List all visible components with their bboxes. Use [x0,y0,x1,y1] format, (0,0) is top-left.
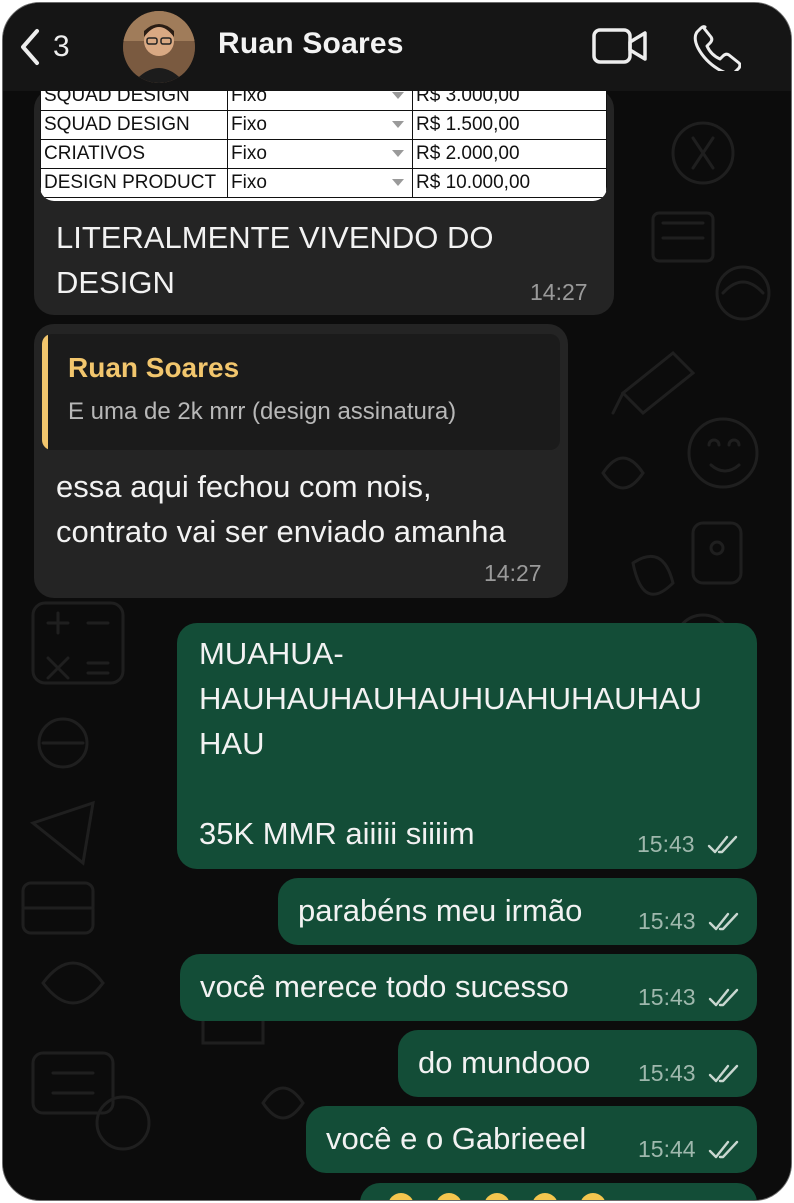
message-text: parabéns meu irmão [298,893,583,928]
outgoing-message-emoji[interactable] [360,1183,757,1200]
unread-count: 3 [53,30,70,63]
message-time: 15:43 [638,908,696,934]
outgoing-message[interactable]: do mundooo 15:43 [398,1030,757,1097]
sheet-cell-amount: R$ 1.500,00 [412,110,607,140]
sheet-table: SQUAD DESIGN Fixo R$ 3.000,00 SQUAD DESIGN F… [40,89,607,198]
back-button[interactable]: 3 [17,23,87,71]
sheet-cell-team: SQUAD DESIGN [40,110,228,140]
sheet-cell-text: Fixo [231,114,267,135]
quote-text: E uma de 2k mrr (design assinatura) [68,398,457,425]
sheet-cell-type: Fixo [227,139,413,169]
sheet-row: DESIGN PRODUCT Fixo R$ 10.000,00 [40,168,607,198]
message-time: 15:43 [637,831,695,857]
dropdown-arrow-icon [392,179,404,186]
quote-accent-bar [42,334,48,450]
dropdown-arrow-icon [392,92,404,99]
sheet-cell-type: Fixo [227,110,413,140]
outgoing-message[interactable]: parabéns meu irmão 15:43 [278,878,757,945]
chat-screen: SQUAD DESIGN Fixo R$ 3.000,00 SQUAD DESIGN F… [2,2,792,1201]
read-ticks-icon [708,1064,739,1083]
outgoing-message[interactable]: MUAHUA- HAUHAUHAUHAUHUAHUHAUHAU HAU 35K … [177,623,757,869]
message-text: essa aqui fechou com nois, contrato vai … [56,469,506,549]
message-text: você merece todo sucesso [200,969,569,1004]
video-call-button[interactable] [591,21,649,71]
sheet-cell-text: Fixo [231,89,267,106]
chevron-left-icon [21,29,39,65]
read-ticks-icon [708,988,739,1007]
dropdown-arrow-icon [392,150,404,157]
dropdown-arrow-icon [392,121,404,128]
message-time: 15:43 [638,1060,696,1086]
phone-icon [693,25,742,75]
sheet-row: CRIATIVOS Fixo R$ 2.000,00 [40,139,607,169]
outgoing-message[interactable]: você e o Gabrieeel 15:44 [306,1106,757,1173]
sheet-row: SQUAD DESIGN Fixo R$ 1.500,00 [40,110,607,140]
emoji-icon [532,1193,558,1200]
emoji-icon [484,1193,510,1200]
sheet-cell-amount: R$ 3.000,00 [412,89,607,111]
emoji-icon [580,1193,606,1200]
sheet-cell-team: CRIATIVOS [40,139,228,169]
read-ticks-icon [707,835,738,854]
incoming-message-sheet[interactable]: SQUAD DESIGN Fixo R$ 3.000,00 SQUAD DESIGN F… [34,89,614,315]
quoted-message[interactable]: Ruan Soares E uma de 2k mrr (design assi… [42,334,560,450]
message-text: LITERALMENTE VIVENDO DO DESIGN [56,220,494,300]
sheet-row: SQUAD DESIGN Fixo R$ 3.000,00 [40,89,607,111]
quote-author: Ruan Soares [68,352,240,383]
sheet-cell-amount: R$ 10.000,00 [412,168,607,198]
video-camera-icon [592,28,647,64]
emoji-icon [436,1193,462,1200]
message-time: 15:44 [638,1136,696,1162]
contact-name[interactable]: Ruan Soares [218,27,404,61]
sheet-cell-text: Fixo [231,143,267,164]
voice-call-button[interactable] [691,21,749,75]
read-ticks-icon [708,912,739,931]
sheet-cell-team: DESIGN PRODUCT [40,168,228,198]
message-time: 15:43 [638,984,696,1010]
outgoing-message[interactable]: você merece todo sucesso 15:43 [180,954,757,1021]
message-text: você e o Gabrieeel [326,1121,587,1156]
sheet-cell-type: Fixo [227,168,413,198]
message-time: 14:27 [484,560,542,586]
sheet-cell-type: Fixo [227,89,413,111]
chat-header: 3 Ruan Soares [3,3,791,91]
sheet-image[interactable]: SQUAD DESIGN Fixo R$ 3.000,00 SQUAD DESIGN F… [40,89,607,201]
message-text: MUAHUA- HAUHAUHAUHAUHUAHUHAUHAU HAU 35K … [199,636,702,851]
emoji-icon [388,1193,414,1200]
message-time: 14:27 [530,279,588,305]
message-text: do mundooo [418,1045,591,1080]
incoming-message-reply[interactable]: Ruan Soares E uma de 2k mrr (design assi… [34,324,568,598]
sheet-cell-amount: R$ 2.000,00 [412,139,607,169]
read-ticks-icon [708,1140,739,1159]
sheet-cell-text: Fixo [231,172,267,193]
avatar[interactable] [123,11,195,83]
sheet-cell-team: SQUAD DESIGN [40,89,228,111]
